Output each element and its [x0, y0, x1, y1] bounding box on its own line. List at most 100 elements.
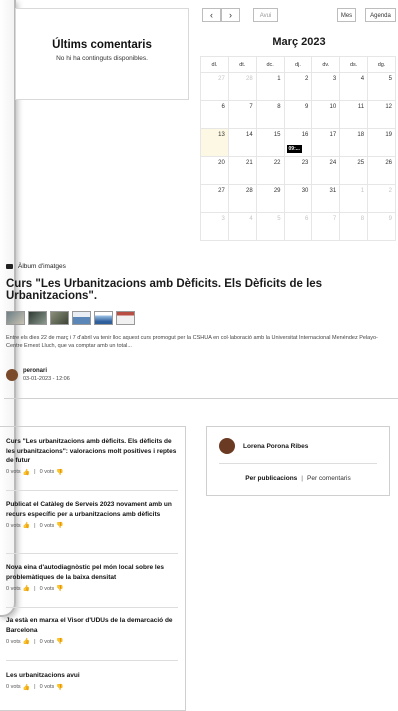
- album-kicker: Àlbum d'imatges: [6, 263, 398, 270]
- calendar-day[interactable]: 29: [255, 184, 285, 213]
- calendar-day[interactable]: 1: [255, 72, 285, 101]
- calendar-day[interactable]: 31: [311, 184, 341, 213]
- thumbs-down-icon[interactable]: 👎: [56, 585, 63, 592]
- calendar-day[interactable]: 28: [227, 184, 257, 213]
- calendar-day[interactable]: 1: [339, 184, 369, 213]
- thumbs-down-icon[interactable]: 👎: [56, 684, 63, 691]
- vote-counts: 0 vots 👍 | 0 vots 👎: [6, 684, 178, 691]
- calendar-day[interactable]: 4: [339, 72, 369, 101]
- album-thumbnail[interactable]: [94, 311, 113, 325]
- user-row: Lorena Porona Ribes: [219, 438, 308, 454]
- thumbs-down-icon[interactable]: 👎: [56, 522, 63, 529]
- calendar-day[interactable]: 11: [339, 100, 369, 129]
- calendar-day[interactable]: 14: [227, 128, 257, 157]
- calendar-day[interactable]: 6: [283, 212, 313, 241]
- news-title[interactable]: Les urbanitzacions avui: [6, 671, 178, 681]
- news-title[interactable]: Publicat el Catàleg de Serveis 2023 nova…: [6, 500, 178, 519]
- calendar-agenda-view-button[interactable]: Agenda: [365, 8, 396, 22]
- calendar-day[interactable]: 9: [283, 100, 313, 129]
- calendar-day[interactable]: 10: [311, 100, 341, 129]
- calendar-prev-button[interactable]: ‹: [202, 8, 221, 22]
- thumbs-up-icon[interactable]: 👍: [23, 522, 30, 529]
- calendar-day[interactable]: 7: [311, 212, 341, 241]
- calendar-day[interactable]: 24: [311, 156, 341, 185]
- album-thumbnail[interactable]: [72, 311, 91, 325]
- calendar-day[interactable]: 8: [255, 100, 285, 129]
- album-thumbnail[interactable]: [116, 311, 135, 325]
- latest-comments-empty: No hi ha continguts disponibles.: [56, 55, 148, 62]
- thumbs-up-icon[interactable]: 👍: [23, 585, 30, 592]
- calendar-day[interactable]: 8: [339, 212, 369, 241]
- calendar-day[interactable]: 16 09:...: [283, 128, 313, 157]
- calendar-grid: dl. dt. dc. dj. dv. ds. dg. 27 28 1 2 3 …: [200, 56, 396, 241]
- vote-separator: |: [34, 522, 36, 529]
- news-title[interactable]: Nova eina d'autodiagnòstic pel món local…: [6, 563, 178, 582]
- calendar-today-button[interactable]: Avui: [253, 8, 278, 22]
- calendar-month-view-button[interactable]: Mes: [337, 8, 356, 22]
- calendar-day[interactable]: 12: [367, 100, 396, 129]
- calendar-day[interactable]: 27: [200, 184, 229, 213]
- vote-separator: |: [34, 469, 36, 475]
- vote-counts: 0 vots 👍 | 0 vots 👎: [6, 638, 178, 646]
- calendar-day[interactable]: 28: [227, 72, 257, 101]
- upvote-count: 0 vots: [6, 522, 21, 529]
- calendar-day[interactable]: 17: [311, 128, 341, 157]
- calendar-day[interactable]: 20: [200, 156, 229, 185]
- thumbs-up-icon[interactable]: 👍: [23, 638, 30, 645]
- news-title[interactable]: Ja està en marxa el Visor d'UDUs de la d…: [6, 616, 178, 635]
- album-thumbnail[interactable]: [28, 311, 47, 325]
- avatar[interactable]: [6, 369, 18, 381]
- calendar-week-row: 27 28 29 30 31 1 2: [200, 184, 396, 213]
- downvote-count: 0 vots: [39, 469, 55, 475]
- calendar-day[interactable]: 3: [311, 72, 341, 101]
- tab-by-publications[interactable]: Per publicacions: [245, 475, 297, 482]
- latest-comments-card: Últims comentaris No hi ha continguts di…: [15, 8, 189, 100]
- calendar-day[interactable]: 25: [339, 156, 369, 185]
- thumbs-up-icon[interactable]: 👍: [23, 684, 30, 691]
- album-thumbnail[interactable]: [6, 311, 25, 325]
- calendar-day[interactable]: 3: [200, 212, 229, 241]
- tab-separator: |: [301, 475, 303, 482]
- calendar-day[interactable]: 5: [255, 212, 285, 241]
- calendar-next-button[interactable]: ›: [221, 8, 240, 22]
- user-filter-tabs: Per publicacions | Per comentaris: [207, 475, 389, 482]
- calendar-day[interactable]: 2: [283, 72, 313, 101]
- calendar-day-number: 16: [301, 132, 309, 138]
- calendar-day[interactable]: 26: [367, 156, 396, 185]
- album-description: Entre els dies 22 de març i 7 d'abril va…: [6, 335, 378, 349]
- thumbs-down-icon[interactable]: 👎: [56, 469, 63, 476]
- calendar-day[interactable]: 5: [367, 72, 396, 101]
- calendar-day[interactable]: 7: [227, 100, 257, 129]
- album-kicker-label: Àlbum d'imatges: [18, 263, 66, 270]
- vote-counts: 0 vots 👍 | 0 vots 👎: [6, 585, 178, 593]
- upvote-count: 0 vots: [6, 585, 21, 592]
- calendar-day[interactable]: 15: [255, 128, 285, 157]
- calendar-day[interactable]: 22: [255, 156, 285, 185]
- calendar-day[interactable]: 30: [283, 184, 313, 213]
- news-title[interactable]: Curs "Les urbanitzacions amb dèficits. E…: [6, 437, 178, 466]
- calendar-day[interactable]: 27: [200, 72, 229, 101]
- calendar-day[interactable]: 9: [367, 212, 396, 241]
- calendar-day[interactable]: 21: [227, 156, 257, 185]
- calendar-event[interactable]: 09:...: [286, 145, 302, 153]
- user-name[interactable]: Lorena Porona Ribes: [243, 443, 308, 450]
- thumbs-down-icon[interactable]: 👎: [56, 638, 63, 645]
- tab-by-comments[interactable]: Per comentaris: [307, 475, 351, 482]
- calendar-day[interactable]: 2: [367, 184, 396, 213]
- vote-counts: 0 vots 👍 | 0 vots 👎: [6, 522, 178, 530]
- calendar-day[interactable]: 19: [367, 128, 396, 157]
- section-divider: [4, 398, 398, 399]
- calendar-day[interactable]: 4: [227, 212, 257, 241]
- album-title[interactable]: Curs "Les Urbanitzacions amb Dèficits. E…: [6, 278, 398, 302]
- calendar-day-today[interactable]: 13: [200, 128, 229, 157]
- downvote-count: 0 vots: [39, 585, 55, 592]
- album-thumbnails: [6, 311, 398, 325]
- avatar[interactable]: [219, 438, 235, 454]
- calendar-week-row: 13 14 15 16 09:... 17 18 19: [200, 128, 396, 157]
- calendar-day[interactable]: 6: [200, 100, 229, 129]
- thumbs-up-icon[interactable]: 👍: [23, 469, 30, 476]
- calendar-day[interactable]: 18: [339, 128, 369, 157]
- calendar-day[interactable]: 23: [283, 156, 313, 185]
- author-name[interactable]: peronari: [23, 368, 70, 374]
- album-thumbnail[interactable]: [50, 311, 69, 325]
